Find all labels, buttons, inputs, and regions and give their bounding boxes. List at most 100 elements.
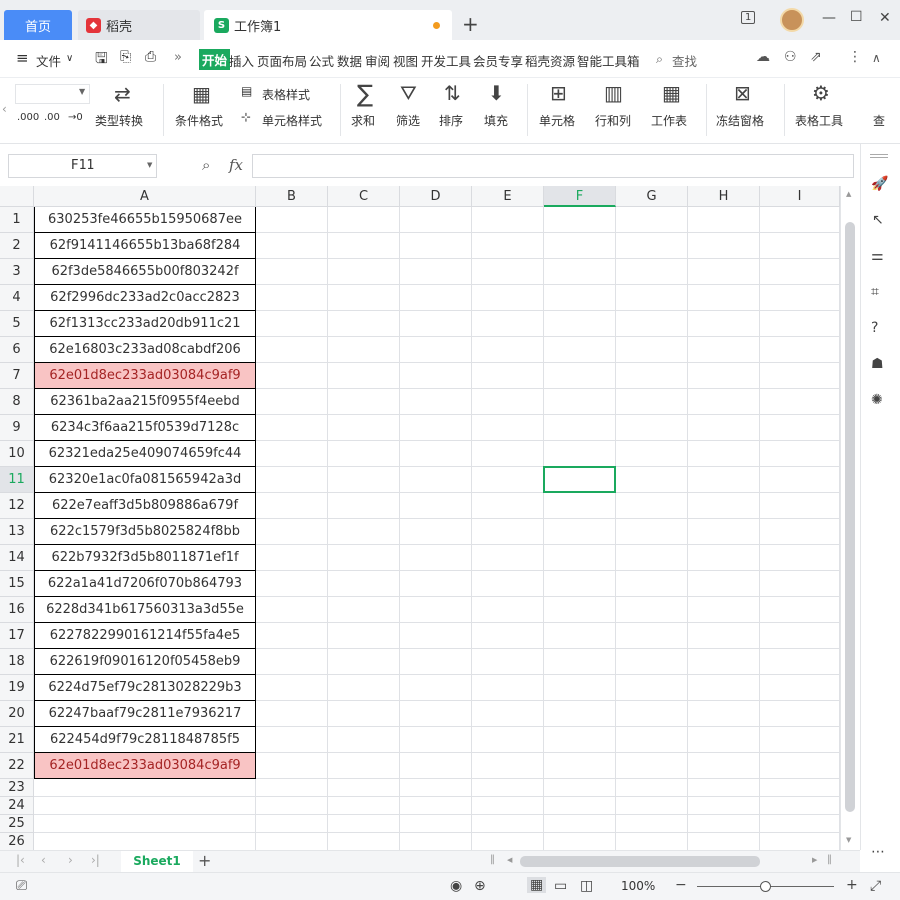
cell[interactable] xyxy=(688,207,760,233)
cell[interactable] xyxy=(472,675,544,701)
row-header[interactable]: 7 xyxy=(0,363,34,389)
cell[interactable] xyxy=(400,597,472,623)
sort-icon[interactable]: ⇅ xyxy=(444,81,461,105)
cell[interactable] xyxy=(400,363,472,389)
eye-protection-icon[interactable]: ◉ xyxy=(450,878,462,894)
cell[interactable] xyxy=(400,623,472,649)
cell[interactable] xyxy=(328,285,400,311)
formula-input[interactable] xyxy=(252,154,854,178)
cell[interactable] xyxy=(256,467,328,493)
menu-smart-toolbox[interactable]: 智能工具箱 xyxy=(577,51,640,70)
cell[interactable] xyxy=(544,797,616,815)
freeze-panes-button[interactable]: 冻结窗格 xyxy=(716,112,764,129)
cell[interactable] xyxy=(760,753,840,779)
cell[interactable] xyxy=(616,797,688,815)
cell[interactable] xyxy=(328,701,400,727)
cell-a[interactable]: 62361ba2aa215f0955f4eebd xyxy=(34,389,256,415)
crop-icon[interactable]: ⌗ xyxy=(871,284,879,300)
cell[interactable] xyxy=(616,519,688,545)
cell[interactable] xyxy=(472,701,544,727)
cell[interactable] xyxy=(472,233,544,259)
zoom-slider-handle[interactable] xyxy=(760,881,771,892)
cell[interactable] xyxy=(256,363,328,389)
reading-view-icon[interactable]: ◫ xyxy=(580,878,593,894)
cell[interactable] xyxy=(544,441,616,467)
adjust-icon[interactable]: ⚌ xyxy=(871,248,884,264)
cell[interactable] xyxy=(544,675,616,701)
cell[interactable] xyxy=(328,311,400,337)
split-handle-icon[interactable]: ‖ xyxy=(827,854,832,865)
cell[interactable] xyxy=(544,233,616,259)
row-header[interactable]: 5 xyxy=(0,311,34,337)
cell-a[interactable]: 622b7932f3d5b8011871ef1f xyxy=(34,545,256,571)
cell[interactable] xyxy=(544,337,616,363)
cell[interactable] xyxy=(256,571,328,597)
cell[interactable] xyxy=(544,389,616,415)
cell[interactable] xyxy=(472,207,544,233)
column-header-i[interactable]: I xyxy=(760,186,840,207)
cell[interactable] xyxy=(688,259,760,285)
cell[interactable] xyxy=(472,623,544,649)
column-header-h[interactable]: H xyxy=(688,186,760,207)
cell[interactable] xyxy=(256,649,328,675)
window-count-badge[interactable]: 1 xyxy=(741,11,756,24)
cell[interactable] xyxy=(256,545,328,571)
cell-a[interactable]: 62321eda25e409074659fc44 xyxy=(34,441,256,467)
type-convert-icon[interactable]: ⇄ xyxy=(114,82,131,106)
cell[interactable] xyxy=(328,207,400,233)
cell[interactable] xyxy=(616,779,688,797)
add-sheet-button[interactable]: + xyxy=(198,851,211,870)
cell[interactable] xyxy=(328,493,400,519)
sum-button[interactable]: 求和 xyxy=(351,112,375,129)
row-header[interactable]: 9 xyxy=(0,415,34,441)
cell-a[interactable] xyxy=(34,797,256,815)
cell[interactable] xyxy=(760,675,840,701)
cell[interactable] xyxy=(400,519,472,545)
cell-a[interactable]: 62f1313cc233ad20db911c21 xyxy=(34,311,256,337)
table-style-button[interactable]: 表格样式 xyxy=(262,86,310,103)
menu-view[interactable]: 视图 xyxy=(393,51,418,70)
table-style-icon[interactable]: ▤ xyxy=(241,84,252,98)
cell[interactable] xyxy=(616,815,688,833)
cell[interactable] xyxy=(256,753,328,779)
cell[interactable] xyxy=(328,259,400,285)
cell[interactable] xyxy=(328,753,400,779)
zoom-out-button[interactable]: − xyxy=(675,877,687,893)
type-convert-button[interactable]: 类型转换 xyxy=(95,112,143,129)
sort-button[interactable]: 排序 xyxy=(439,112,463,129)
cell[interactable] xyxy=(328,337,400,363)
decimal-shift-icon[interactable]: →0 xyxy=(68,112,83,123)
cell[interactable] xyxy=(760,833,840,850)
cell[interactable] xyxy=(472,545,544,571)
cell[interactable] xyxy=(760,571,840,597)
cell[interactable] xyxy=(616,727,688,753)
cell[interactable] xyxy=(400,337,472,363)
cell[interactable] xyxy=(400,311,472,337)
chevron-down-icon[interactable]: ∨ xyxy=(66,53,73,64)
cell[interactable] xyxy=(400,779,472,797)
cell[interactable] xyxy=(400,675,472,701)
fullscreen-icon[interactable]: ⤢ xyxy=(870,878,881,894)
cell[interactable] xyxy=(256,337,328,363)
row-header[interactable]: 19 xyxy=(0,675,34,701)
cell[interactable] xyxy=(328,649,400,675)
cell[interactable] xyxy=(256,285,328,311)
cell-a[interactable]: 6234c3f6aa215f0539d7128c xyxy=(34,415,256,441)
cell[interactable] xyxy=(760,441,840,467)
cell[interactable] xyxy=(544,701,616,727)
search-icon[interactable]: ⌕ xyxy=(656,51,663,67)
cell[interactable] xyxy=(760,701,840,727)
next-sheet-icon[interactable]: › xyxy=(68,853,73,867)
cell[interactable] xyxy=(616,441,688,467)
cell[interactable] xyxy=(688,675,760,701)
row-header[interactable]: 3 xyxy=(0,259,34,285)
cell[interactable] xyxy=(760,233,840,259)
row-header[interactable]: 25 xyxy=(0,815,34,833)
cell[interactable] xyxy=(616,571,688,597)
cell[interactable] xyxy=(256,441,328,467)
cell[interactable] xyxy=(760,779,840,797)
cell[interactable] xyxy=(328,623,400,649)
cell[interactable] xyxy=(760,467,840,493)
cell[interactable] xyxy=(328,545,400,571)
cell[interactable] xyxy=(544,207,616,233)
